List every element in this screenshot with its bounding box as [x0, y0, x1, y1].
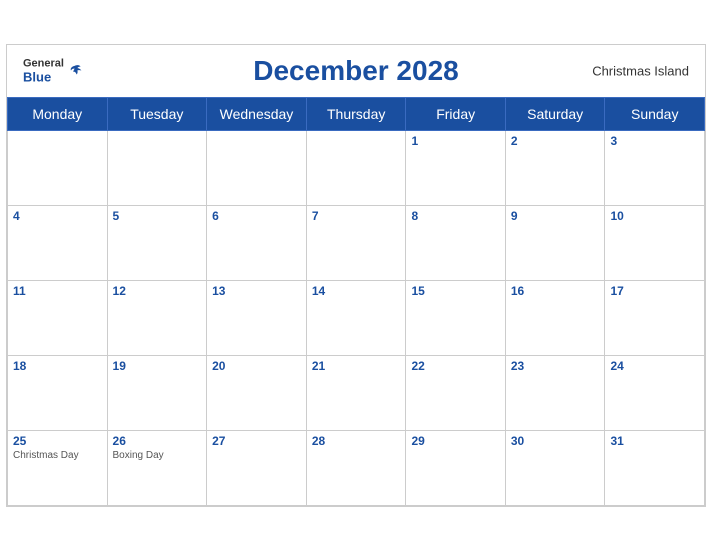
day-number: 19 [113, 359, 202, 373]
day-number: 6 [212, 209, 301, 223]
event-label: Christmas Day [13, 450, 102, 461]
calendar-cell: 14 [306, 280, 406, 355]
day-number: 9 [511, 209, 600, 223]
day-number: 23 [511, 359, 600, 373]
day-number: 30 [511, 434, 600, 448]
calendar-cell [306, 130, 406, 205]
calendar-cell [107, 130, 207, 205]
calendar-cell: 29 [406, 430, 505, 505]
weekday-header-row: MondayTuesdayWednesdayThursdayFridaySatu… [8, 97, 705, 130]
calendar-cell: 2 [505, 130, 605, 205]
calendar-container: General Blue December 2028 Christmas Isl… [6, 44, 706, 507]
calendar-cell: 30 [505, 430, 605, 505]
calendar-cell: 7 [306, 205, 406, 280]
calendar-cell: 28 [306, 430, 406, 505]
calendar-cell: 18 [8, 355, 108, 430]
calendar-cell: 25 Christmas Day [8, 430, 108, 505]
calendar-week-row: 11 12 13 14 15 16 17 [8, 280, 705, 355]
day-number: 15 [411, 284, 499, 298]
day-number: 7 [312, 209, 401, 223]
day-number: 18 [13, 359, 102, 373]
day-number: 28 [312, 434, 401, 448]
day-number: 27 [212, 434, 301, 448]
calendar-cell: 22 [406, 355, 505, 430]
day-number: 13 [212, 284, 301, 298]
calendar-cell: 26 Boxing Day [107, 430, 207, 505]
calendar-cell: 27 [207, 430, 307, 505]
logo-general: General [23, 57, 64, 69]
calendar-cell: 1 [406, 130, 505, 205]
calendar-cell: 24 [605, 355, 705, 430]
day-number: 3 [610, 134, 699, 148]
day-number: 25 [13, 434, 102, 448]
calendar-cell: 5 [107, 205, 207, 280]
weekday-header: Saturday [505, 97, 605, 130]
calendar-cell: 16 [505, 280, 605, 355]
day-number: 24 [610, 359, 699, 373]
day-number: 21 [312, 359, 401, 373]
calendar-cell: 19 [107, 355, 207, 430]
calendar-cell: 21 [306, 355, 406, 430]
weekday-header: Tuesday [107, 97, 207, 130]
calendar-week-row: 25 Christmas Day 26 Boxing Day 27 28 29 30 31 [8, 430, 705, 505]
calendar-table: MondayTuesdayWednesdayThursdayFridaySatu… [7, 97, 705, 506]
day-number: 5 [113, 209, 202, 223]
day-number: 12 [113, 284, 202, 298]
calendar-cell: 23 [505, 355, 605, 430]
day-number: 26 [113, 434, 202, 448]
calendar-cell: 8 [406, 205, 505, 280]
day-number: 4 [13, 209, 102, 223]
logo-bird-icon [67, 63, 83, 79]
calendar-cell: 9 [505, 205, 605, 280]
calendar-cell: 10 [605, 205, 705, 280]
day-number: 20 [212, 359, 301, 373]
calendar-week-row: 18 19 20 21 22 23 24 [8, 355, 705, 430]
day-number: 29 [411, 434, 499, 448]
day-number: 11 [13, 284, 102, 298]
calendar-cell [207, 130, 307, 205]
weekday-header: Sunday [605, 97, 705, 130]
region-label: Christmas Island [592, 63, 689, 78]
day-number: 8 [411, 209, 499, 223]
weekday-header: Friday [406, 97, 505, 130]
logo-blue: Blue [23, 69, 64, 84]
day-number: 1 [411, 134, 499, 148]
day-number: 22 [411, 359, 499, 373]
day-number: 16 [511, 284, 600, 298]
weekday-header: Wednesday [207, 97, 307, 130]
weekday-header: Monday [8, 97, 108, 130]
event-label: Boxing Day [113, 450, 202, 461]
day-number: 31 [610, 434, 699, 448]
day-number: 2 [511, 134, 600, 148]
calendar-title: December 2028 [253, 55, 458, 87]
calendar-header: General Blue December 2028 Christmas Isl… [7, 45, 705, 97]
calendar-cell: 3 [605, 130, 705, 205]
weekday-header: Thursday [306, 97, 406, 130]
calendar-cell: 31 [605, 430, 705, 505]
calendar-week-row: 456789 10 [8, 205, 705, 280]
calendar-week-row: 123 [8, 130, 705, 205]
calendar-cell: 12 [107, 280, 207, 355]
calendar-cell [8, 130, 108, 205]
calendar-cell: 20 [207, 355, 307, 430]
logo-text: General Blue [23, 57, 64, 84]
calendar-cell: 13 [207, 280, 307, 355]
calendar-cell: 4 [8, 205, 108, 280]
day-number: 10 [610, 209, 699, 223]
calendar-cell: 15 [406, 280, 505, 355]
calendar-cell: 6 [207, 205, 307, 280]
logo-area: General Blue [23, 57, 83, 84]
day-number: 14 [312, 284, 401, 298]
day-number: 17 [610, 284, 699, 298]
calendar-cell: 17 [605, 280, 705, 355]
calendar-cell: 11 [8, 280, 108, 355]
